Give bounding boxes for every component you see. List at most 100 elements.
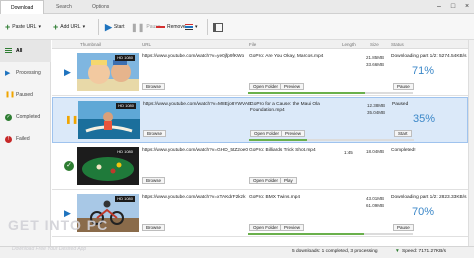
sidebar-item-paused[interactable]: ❚❚ Paused <box>0 84 51 106</box>
file-name: GoPro: BMX Twins.mp4 <box>249 195 301 200</box>
speed-arrow-icon: ▼ <box>395 249 400 254</box>
col-size[interactable]: Size <box>370 40 379 49</box>
vertical-scrollbar[interactable] <box>468 40 474 246</box>
progress-bar <box>248 233 413 235</box>
open-folder-button[interactable]: Open Folder <box>249 177 283 184</box>
video-thumbnail: HD 1080 <box>77 53 139 91</box>
size-values: 21.85MB 33.66MB <box>366 55 385 67</box>
length-text: 1:45 <box>344 150 353 155</box>
play-button[interactable]: Play <box>280 177 297 184</box>
table-row[interactable]: ✓ HD 1080 https://www.youtube.com/watch?… <box>52 144 468 190</box>
start-button[interactable]: ▶ Start <box>105 20 124 34</box>
browse-button[interactable]: Browse <box>142 177 166 184</box>
paste-url-button[interactable]: + Paste URL ▾ <box>5 20 41 34</box>
hd-badge: HD 1080 <box>115 196 135 202</box>
list-options-button[interactable]: ▾ <box>185 20 198 34</box>
hd-badge: HD 1080 <box>115 149 135 155</box>
watermark-logo: GET INTO PC <box>8 217 109 233</box>
minimize-icon[interactable]: – <box>432 0 446 14</box>
speed-text: Speed: 7171.27KB/s <box>402 249 447 254</box>
sidebar-item-processing[interactable]: ▶ Processing <box>0 62 51 84</box>
status-text: Downloading part 1/2: 5274.54KB/s <box>391 54 467 59</box>
table-row[interactable]: ▶ HD 1080 https://www.youtube.com/watch?… <box>52 50 468 96</box>
plus-icon: + <box>5 21 11 32</box>
play-icon: ▶ <box>105 21 112 32</box>
layout-toggle-button[interactable] <box>213 20 223 34</box>
open-folder-button[interactable]: Open Folder <box>249 83 283 90</box>
sidebar-item-completed[interactable]: ✓ Completed <box>0 106 51 128</box>
progress-bar <box>249 139 414 141</box>
file-name: GoPro: Billiards Trick Shot.mp4 <box>249 148 316 153</box>
preview-button[interactable]: Preview <box>280 83 305 90</box>
remove-button[interactable]: Remove <box>156 20 186 34</box>
chevron-down-icon: ▾ <box>195 24 198 30</box>
downloads-summary: 5 downloads: 1 completed, 3 processing <box>292 249 378 254</box>
chevron-down-icon: ▾ <box>38 24 41 30</box>
tab-options[interactable]: Options <box>82 0 119 14</box>
minus-icon <box>156 26 165 28</box>
maximize-icon[interactable]: □ <box>446 0 460 14</box>
toolbar: + Paste URL ▾ + Add URL ▾ ▶ Start ❚❚ Pau… <box>0 14 474 40</box>
file-name: GoPro: Are You Okay, Marcos.mp4 <box>249 54 324 59</box>
col-length[interactable]: Length <box>342 40 356 49</box>
open-folder-button[interactable]: Open Folder <box>250 130 284 137</box>
toolbar-divider <box>98 19 99 35</box>
video-thumbnail: HD 1080 <box>77 147 139 185</box>
browse-button[interactable]: Browse <box>142 224 166 231</box>
col-url[interactable]: URL <box>142 40 151 49</box>
size-values: 43.01MB 61.09MB <box>366 196 385 208</box>
plus-icon: + <box>53 21 59 32</box>
percent-text: 71% <box>412 65 435 77</box>
pause-button[interactable]: Pause <box>393 224 414 231</box>
sidebar-item-failed[interactable]: ! Failed <box>0 128 51 150</box>
file-name: GoPro for a Cause: the Maui Ola Foundati… <box>250 102 320 113</box>
url-text: https://www.youtube.com/watch?v=GHD_5tZ2… <box>142 148 248 153</box>
url-text: https://www.youtube.com/watch?v=ye0jfp9f… <box>142 54 245 59</box>
start-button[interactable]: Start <box>394 130 412 137</box>
pause-icon: ❚❚ <box>5 91 16 98</box>
video-thumbnail: HD 1080 <box>78 101 140 139</box>
status-text: Completed! <box>391 148 416 153</box>
title-bar: Download Search Options – □ × <box>0 0 474 14</box>
url-text: https://www.youtube.com/watch?v=M8Ejo8YW… <box>143 102 252 107</box>
play-icon: ▶ <box>5 69 11 77</box>
browse-button[interactable]: Browse <box>142 83 166 90</box>
toolbar-divider <box>207 19 208 35</box>
close-icon[interactable]: × <box>460 0 474 14</box>
hd-badge: HD 1080 <box>115 55 135 61</box>
pause-button[interactable]: Pause <box>393 83 414 90</box>
check-icon: ✓ <box>5 113 12 121</box>
preview-button[interactable]: Preview <box>281 130 306 137</box>
table-row[interactable]: ▶ HD 1080 https://www.youtube.com/watch?… <box>52 191 468 237</box>
preview-button[interactable]: Preview <box>280 224 305 231</box>
size-values: 18.04MB <box>366 149 385 154</box>
window-controls: – □ × <box>432 0 474 14</box>
size-values: 12.38MB 35.04MB <box>367 103 386 115</box>
list-header: Thumbnail URL File Length Size Status <box>52 40 468 49</box>
open-folder-button[interactable]: Open Folder <box>249 224 283 231</box>
url-text: https://www.youtube.com/watch?v=xTAKdrF2… <box>142 195 246 200</box>
status-text: Paused <box>392 102 409 107</box>
watermark-tagline: Download Free Your Desired App <box>12 246 87 252</box>
tab-search[interactable]: Search <box>46 0 82 14</box>
percent-text: 70% <box>412 206 435 218</box>
table-row[interactable]: ❚❚ HD 1080 https://www.youtube.com/watch… <box>52 97 468 143</box>
download-list: Thumbnail URL File Length Size Status ▶ … <box>52 40 468 250</box>
browse-button[interactable]: Browse <box>143 130 167 137</box>
tab-download[interactable]: Download <box>0 0 45 14</box>
hd-badge: HD 1080 <box>116 103 136 109</box>
col-status[interactable]: Status <box>391 40 404 49</box>
check-icon: ✓ <box>64 161 74 171</box>
col-file[interactable]: File <box>249 40 256 49</box>
list-icon <box>5 47 12 55</box>
col-thumbnail[interactable]: Thumbnail <box>80 40 101 49</box>
error-icon: ! <box>5 135 12 143</box>
add-url-button[interactable]: + Add URL ▾ <box>53 20 85 34</box>
menu-icon <box>185 23 193 31</box>
percent-text: 35% <box>413 113 436 125</box>
play-icon: ▶ <box>64 67 71 77</box>
progress-bar <box>248 92 413 94</box>
sidebar-item-all[interactable]: All <box>0 40 51 62</box>
status-text: Downloading part 1/2: 2823.33KB/s <box>391 195 467 200</box>
chevron-down-icon: ▾ <box>82 24 86 30</box>
